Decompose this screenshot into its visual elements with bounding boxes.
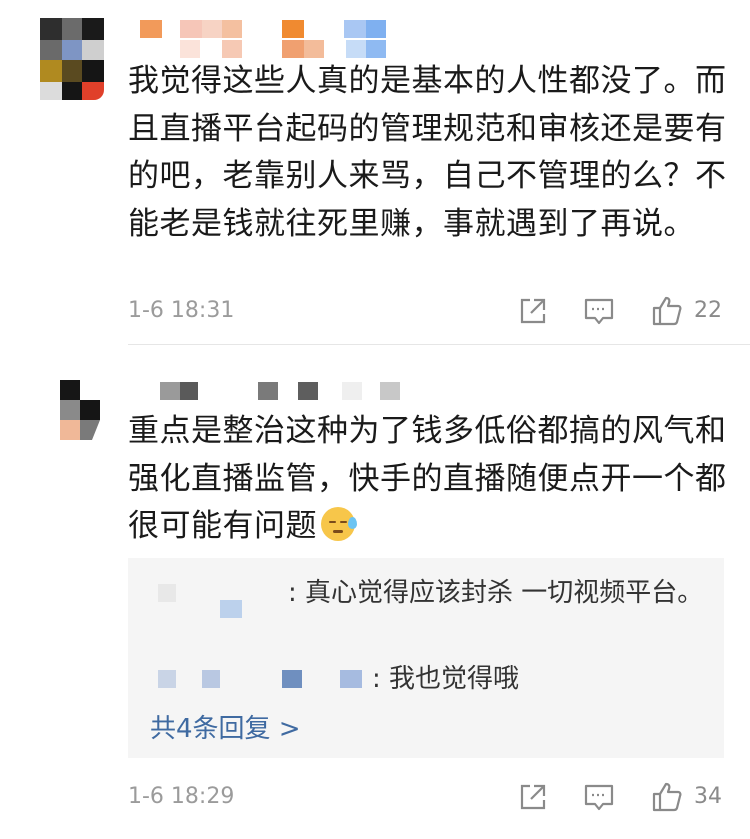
- divider: [128, 344, 750, 345]
- cold-sweat-emoji: [321, 507, 357, 541]
- share-icon[interactable]: [516, 780, 550, 814]
- share-icon[interactable]: [516, 294, 550, 328]
- comment-icon[interactable]: [582, 780, 616, 814]
- reply-2[interactable]: : 我也觉得哦: [150, 658, 710, 700]
- comment-1: 我觉得这些人真的是基本的人性都没了。而且直播平台起码的管理规范和审核还是要有的吧…: [0, 0, 750, 345]
- reply-username-blurred[interactable]: [150, 583, 288, 618]
- timestamp: 1-6 18:31: [128, 298, 235, 323]
- reply-preview-box[interactable]: : 真心觉得应该封杀 一切视频平台。 : 我也觉得哦 共4条回复 >: [128, 558, 724, 758]
- like-count: 34: [694, 784, 722, 809]
- comment-text-body: 重点是整治这种为了钱多低俗都搞的风气和强化直播监管，快手的直播随便点开一个都很可…: [128, 413, 727, 544]
- comment-text: 我觉得这些人真的是基本的人性都没了。而且直播平台起码的管理规范和审核还是要有的吧…: [128, 63, 727, 242]
- reply-text: : 我也觉得哦: [372, 664, 520, 694]
- thumbs-up-icon[interactable]: [650, 780, 684, 814]
- comment-meta: 1-6 18:31 22: [128, 294, 750, 330]
- username-blurred[interactable]: [160, 382, 420, 402]
- view-all-replies-link[interactable]: 共4条回复 >: [150, 708, 301, 745]
- reply-text: : 真心觉得应该封杀 一切视频平台。: [288, 578, 704, 608]
- avatar[interactable]: [40, 18, 104, 100]
- comment-meta: 1-6 18:29 34: [128, 780, 750, 816]
- comment-text: 重点是整治这种为了钱多低俗都搞的风气和强化直播监管，快手的直播随便点开一个都很可…: [128, 408, 728, 551]
- reply-username-blurred[interactable]: [150, 669, 372, 690]
- comment-2: 重点是整治这种为了钱多低俗都搞的风气和强化直播监管，快手的直播随便点开一个都很可…: [0, 346, 750, 839]
- thumbs-up-icon[interactable]: [650, 294, 684, 328]
- avatar[interactable]: [60, 380, 124, 444]
- username-blurred[interactable]: [140, 20, 400, 40]
- username-blurred-row2: [140, 40, 400, 60]
- reply-1[interactable]: : 真心觉得应该封杀 一切视频平台。: [150, 572, 710, 618]
- timestamp: 1-6 18:29: [128, 784, 235, 809]
- like-count: 22: [694, 298, 722, 323]
- comment-icon[interactable]: [582, 294, 616, 328]
